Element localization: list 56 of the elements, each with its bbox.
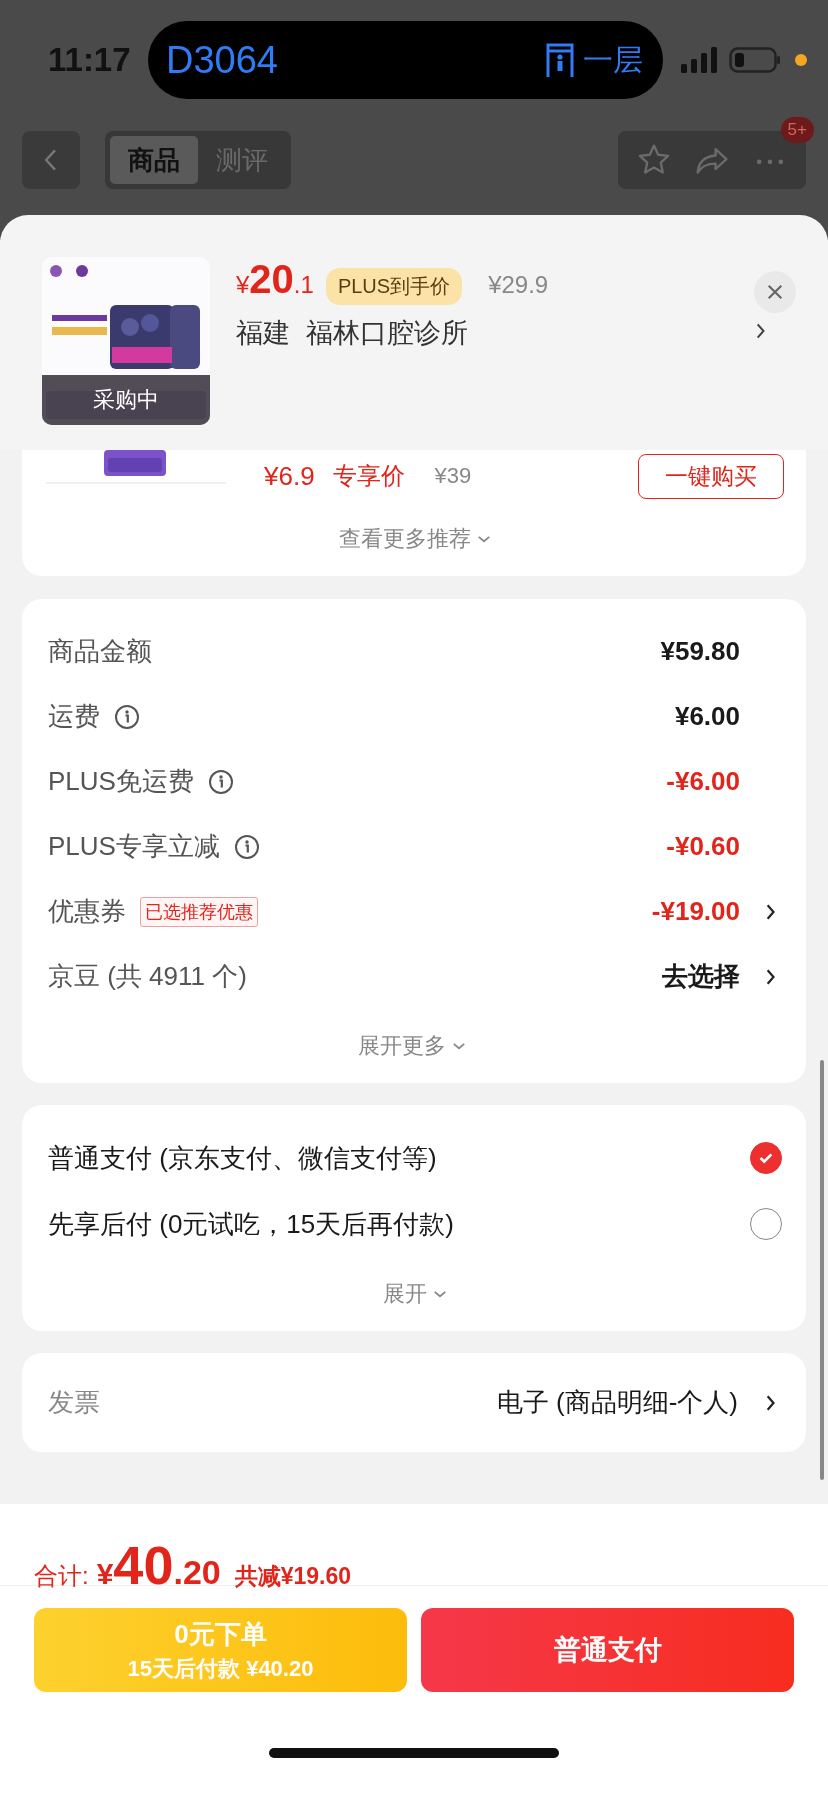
floor-label: 一层 — [583, 41, 643, 78]
train-code: D3064 — [166, 38, 278, 82]
plus-price: ¥20.1 — [236, 257, 314, 302]
info-icon[interactable] — [233, 833, 260, 860]
payment-option-label[interactable]: 先享后付 (0元试吃，15天后再付款) — [48, 1206, 454, 1242]
summary-value: ¥6.00 — [674, 701, 740, 732]
total-label: 合计: — [34, 1561, 89, 1591]
summary-label: PLUS免运费 — [48, 765, 194, 798]
more-recommendations-link[interactable]: 查看更多推荐 — [333, 502, 497, 576]
privacy-dot — [795, 54, 807, 66]
close-icon — [766, 283, 784, 301]
notification-badge: 5+ — [780, 117, 814, 143]
summary-value: ¥59.80 — [660, 636, 740, 667]
total-saving: 共减¥19.60 — [234, 1562, 352, 1591]
pay-button[interactable]: 普通支付 — [421, 1608, 794, 1692]
summary-label: 运费 — [48, 700, 100, 733]
chevron-icon[interactable] — [766, 902, 776, 921]
chevron-icon[interactable] — [766, 1393, 776, 1412]
expand-more-link[interactable]: 展开更多 — [352, 1009, 472, 1083]
exclusive-price-label: 专享价 — [332, 461, 405, 491]
summary-label: PLUS专享立减 — [48, 830, 220, 863]
summary-value: -¥19.00 — [651, 896, 740, 927]
status-time: 11:17 — [48, 41, 132, 79]
info-icon[interactable] — [114, 703, 140, 730]
original-price: ¥39 — [434, 463, 472, 489]
tab[interactable]: 商品 — [110, 136, 198, 184]
chevron-icon[interactable] — [766, 967, 776, 986]
summary-value: -¥0.60 — [666, 831, 740, 862]
battery-icon — [729, 47, 781, 73]
summary-label: 优惠券 — [48, 895, 126, 928]
invoice-label: 发票 — [48, 1386, 100, 1419]
summary-value: -¥6.00 — [666, 766, 740, 797]
close-button[interactable] — [754, 271, 796, 313]
exclusive-price: ¥6.9 — [264, 460, 315, 492]
original-price: ¥29.9 — [488, 271, 549, 299]
summary-value: 去选择 — [662, 960, 740, 993]
image-status-label: 采购中 — [42, 375, 210, 425]
back-icon — [43, 147, 59, 173]
summary-label: 京豆 (共 4911 个) — [48, 960, 247, 993]
radio-button[interactable] — [750, 1142, 782, 1174]
total-price: ¥40.20 — [96, 1534, 221, 1596]
payment-option-label[interactable]: 普通支付 (京东支付、微信支付等) — [48, 1140, 437, 1176]
signal-icon — [681, 47, 719, 73]
chevron-down-icon — [452, 1041, 466, 1051]
gate-icon — [545, 42, 575, 78]
expand-link[interactable]: 展开 — [377, 1257, 453, 1331]
plus-price-tag: PLUS到手价 — [325, 268, 463, 305]
coupon-tag: 已选推荐优惠 — [140, 896, 258, 927]
invoice-value[interactable]: 电子 (商品明细-个人) — [496, 1385, 738, 1420]
buy-now-button[interactable]: 一键购买 — [638, 453, 784, 499]
summary-label: 商品金额 — [48, 635, 152, 668]
chevron-down-icon — [477, 534, 491, 544]
chevron-down-icon — [433, 1289, 447, 1299]
location-text: 福林口腔诊所 — [306, 317, 468, 350]
info-icon[interactable] — [207, 768, 234, 795]
location-text: 福建 — [236, 317, 290, 350]
